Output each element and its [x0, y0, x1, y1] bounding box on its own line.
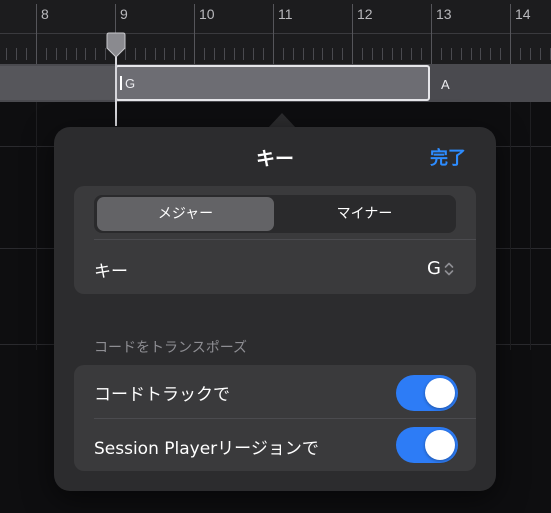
ruler-tick: [313, 48, 314, 60]
ruler-tick: [214, 48, 215, 60]
playhead-handle-icon[interactable]: [106, 32, 126, 58]
done-button[interactable]: 完了: [430, 144, 466, 170]
ruler-tick: [164, 48, 165, 60]
ruler-tick: [145, 48, 146, 60]
ruler-tick: [76, 48, 77, 60]
bar-number-11: 11: [278, 6, 293, 22]
ruler-tick: [174, 48, 175, 60]
bar-line: [194, 4, 195, 64]
ruler-tick: [411, 48, 412, 60]
key-settings-group: メジャー マイナー キー G: [74, 186, 476, 294]
bar-number-10: 10: [199, 6, 215, 22]
segment-major[interactable]: メジャー: [97, 197, 274, 231]
toggle-knob: [425, 430, 455, 460]
transpose-chord-track-toggle[interactable]: [396, 375, 458, 411]
key-row-label: キー: [94, 262, 128, 282]
chevron-up-down-icon: [444, 262, 454, 275]
ruler-tick: [234, 48, 235, 60]
segment-minor[interactable]: マイナー: [276, 197, 453, 231]
key-picker[interactable]: G: [427, 258, 454, 279]
toggle-knob: [425, 378, 455, 408]
bar-number-8: 8: [41, 6, 49, 22]
ruler-tick: [421, 48, 422, 60]
ruler-tick: [520, 48, 521, 60]
ruler-tick: [490, 48, 491, 60]
bar-number-9: 9: [120, 6, 128, 22]
mode-segmented-control: メジャー マイナー: [94, 195, 456, 233]
grid-line: [510, 100, 511, 350]
bar-line: [431, 4, 432, 64]
transpose-chord-track-label: コードトラックで: [94, 385, 230, 405]
chord-region-next[interactable]: A: [431, 66, 551, 100]
ruler-tick: [56, 48, 57, 60]
key-popover: キー 完了 メジャー マイナー キー G コードをトランスポーズ コードトラック…: [54, 127, 496, 491]
chord-label-next: A: [441, 77, 450, 92]
ruler-tick: [500, 48, 501, 60]
transpose-session-player-label: Session Playerリージョンで: [94, 439, 319, 459]
ruler-tick: [293, 48, 294, 60]
timeline-ruler[interactable]: 8 9 10 11 12 13 14: [0, 0, 551, 64]
ruler-tick: [540, 48, 541, 60]
bar-line: [273, 4, 274, 64]
ruler-tick: [6, 48, 7, 60]
bar-number-12: 12: [357, 6, 373, 22]
key-value: G: [427, 258, 441, 279]
ruler-tick: [184, 48, 185, 60]
ruler-tick: [342, 48, 343, 60]
bar-number-13: 13: [436, 6, 452, 22]
ruler-tick: [26, 48, 27, 60]
ruler-tick: [16, 48, 17, 60]
ruler-tick: [362, 48, 363, 60]
chord-label-selected: G: [125, 76, 136, 91]
bar-line: [510, 4, 511, 64]
ruler-tick: [224, 48, 225, 60]
popover-arrow: [268, 113, 296, 128]
ruler-tick: [66, 48, 67, 60]
ruler-tick: [372, 48, 373, 60]
ruler-tick: [461, 48, 462, 60]
ruler-tick: [46, 48, 47, 60]
ruler-tick: [95, 48, 96, 60]
ruler-tick: [155, 48, 156, 60]
transpose-session-player-toggle[interactable]: [396, 427, 458, 463]
grid-line: [530, 100, 531, 350]
row-divider: [94, 239, 476, 240]
ruler-tick: [135, 48, 136, 60]
transpose-section-header: コードをトランスポーズ: [94, 340, 248, 356]
row-divider: [94, 418, 476, 419]
ruler-tick: [401, 48, 402, 60]
ruler-tick: [382, 48, 383, 60]
chord-region-selected[interactable]: G: [115, 65, 430, 101]
ruler-tick: [451, 48, 452, 60]
ruler-tick: [303, 48, 304, 60]
bar-line: [352, 4, 353, 64]
bar-line: [36, 4, 37, 64]
ruler-tick: [332, 48, 333, 60]
bar-number-14: 14: [515, 6, 531, 22]
ruler-divider: [0, 33, 551, 34]
ruler-tick: [471, 48, 472, 60]
ruler-tick: [253, 48, 254, 60]
ruler-tick: [85, 48, 86, 60]
chord-region[interactable]: [0, 66, 115, 100]
ruler-tick: [283, 48, 284, 60]
ruler-tick: [392, 48, 393, 60]
playhead-line: [115, 56, 117, 126]
ruler-tick: [263, 48, 264, 60]
ruler-tick: [322, 48, 323, 60]
grid-line: [36, 100, 37, 350]
ruler-tick: [480, 48, 481, 60]
ruler-tick: [530, 48, 531, 60]
ruler-tick: [441, 48, 442, 60]
ruler-tick: [204, 48, 205, 60]
transpose-settings-group: コードトラックで Session Playerリージョンで: [74, 365, 476, 471]
chord-region-handle[interactable]: [120, 76, 122, 90]
ruler-tick: [243, 48, 244, 60]
